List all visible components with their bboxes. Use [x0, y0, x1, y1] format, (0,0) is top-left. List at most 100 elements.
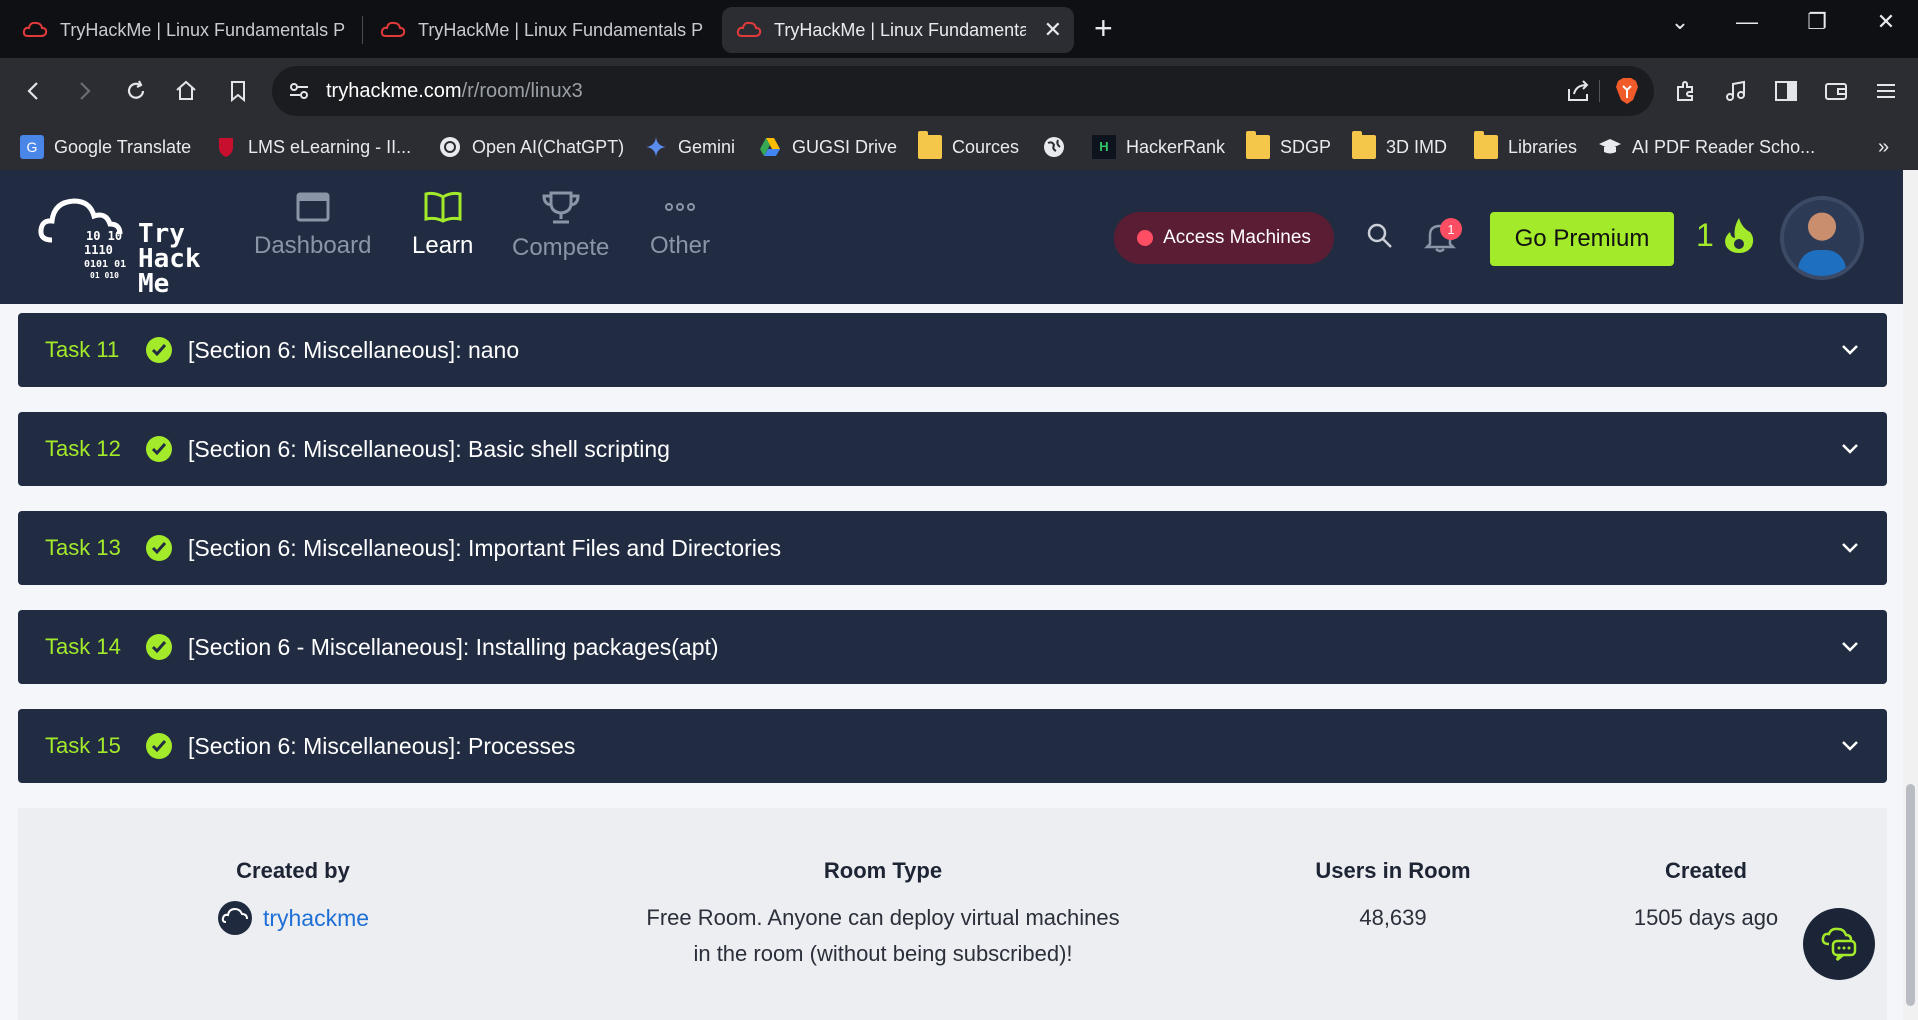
back-arrow-icon	[27, 82, 38, 100]
media-button[interactable]	[1718, 74, 1754, 108]
tryhackme-logo[interactable]: 10 10 1110 0101 01 01 010 Try Hack Me	[38, 188, 218, 297]
creator-avatar-icon	[217, 901, 252, 935]
sidebar-toggle-button[interactable]	[1768, 74, 1804, 108]
close-window-icon[interactable]: ✕	[1866, 6, 1906, 38]
nav-other[interactable]: Other	[650, 190, 710, 260]
bookmark-label: LMS eLearning - II...	[248, 136, 412, 157]
go-premium-button[interactable]: Go Premium	[1490, 212, 1674, 266]
bookmark-gugsi-drive[interactable]: GUGSI Drive	[758, 132, 897, 162]
forward-button[interactable]	[66, 74, 102, 108]
browser-tab[interactable]: TryHackMe | Linux Fundamentals Par	[8, 7, 360, 53]
shield-icon	[219, 138, 233, 157]
tryhackme-favicon-icon	[380, 21, 406, 37]
bookmark-3d-imd[interactable]: 3D IMD	[1352, 131, 1448, 162]
task-item[interactable]: Task 13 [Section 6: Miscellaneous]: Impo…	[18, 511, 1887, 585]
tryhackme-favicon-icon	[22, 21, 48, 37]
created-value: 1505 days ago	[1633, 905, 1779, 930]
reload-button[interactable]	[118, 74, 154, 108]
extensions-button[interactable]	[1668, 74, 1704, 108]
access-machines-label: Access Machines	[1163, 227, 1311, 248]
streak-counter[interactable]: 1	[1696, 216, 1756, 254]
bookmark-gemini[interactable]: Gemini	[644, 132, 735, 162]
browser-toolbar: tryhackme.com /r/room/linux3	[0, 58, 1918, 124]
bookmark-sdgp[interactable]: SDGP	[1246, 131, 1331, 162]
nav-dashboard[interactable]: Dashboard	[254, 190, 371, 260]
close-tab-icon[interactable]: ✕	[1044, 17, 1062, 43]
notification-badge: 1	[1440, 218, 1462, 240]
bookmark-cources[interactable]: Cources	[918, 131, 1019, 162]
flame-icon	[1724, 218, 1753, 253]
scrollbar-thumb[interactable]	[1906, 784, 1915, 1006]
nav-label: Learn	[412, 232, 474, 259]
bookmark-google-translate[interactable]: G Google Translate	[20, 132, 191, 162]
openai-icon	[440, 137, 460, 157]
task-title: [Section 6: Miscellaneous]: nano	[188, 336, 520, 363]
room-type-line: in the room (without being subscribed)!	[693, 941, 1073, 966]
tab-search-chevron-icon[interactable]: ⌄	[1660, 6, 1700, 38]
tab-title: TryHackMe | Linux Fundamental	[774, 19, 1026, 40]
status-dot-icon	[1137, 230, 1154, 246]
bookmark-hackerrank[interactable]: H HackerRank	[1092, 132, 1225, 162]
task-item[interactable]: Task 11 [Section 6: Miscellaneous]: nano	[18, 313, 1887, 387]
chevron-down-icon[interactable]	[1841, 542, 1859, 554]
tab-title: TryHackMe | Linux Fundamentals Par	[418, 19, 704, 40]
dots-icon	[665, 203, 696, 211]
task-number: Task 14	[45, 634, 121, 659]
chevron-down-icon[interactable]	[1841, 641, 1859, 653]
chevron-down-icon[interactable]	[1841, 443, 1859, 455]
sidebar-icon	[1775, 81, 1797, 101]
task-item[interactable]: Task 15 [Section 6: Miscellaneous]: Proc…	[18, 709, 1887, 783]
bookmark-openai[interactable]: Open AI(ChatGPT)	[438, 132, 624, 162]
task-item[interactable]: Task 14 [Section 6 - Miscellaneous]: Ins…	[18, 610, 1887, 684]
creator-link[interactable]: tryhackme	[263, 905, 369, 932]
bookmark-label: HackerRank	[1126, 136, 1226, 157]
menu-button[interactable]	[1868, 74, 1904, 108]
task-number: Task 13	[45, 535, 121, 560]
chat-button[interactable]	[1803, 908, 1875, 980]
minimize-icon[interactable]: —	[1727, 6, 1767, 38]
hamburger-icon	[1877, 84, 1895, 98]
back-button[interactable]	[16, 74, 52, 108]
task-number: Task 15	[45, 733, 121, 758]
brave-shield-icon[interactable]	[1614, 77, 1640, 105]
bookmark-lms[interactable]: LMS eLearning - II...	[214, 132, 411, 162]
nav-compete[interactable]: Compete	[512, 190, 609, 262]
wallet-icon	[1825, 83, 1847, 100]
bookmark-label: Libraries	[1508, 136, 1578, 157]
bookmark-button[interactable]	[220, 74, 256, 108]
check-icon	[146, 337, 172, 363]
bookmarks-overflow-button[interactable]: »	[1878, 132, 1889, 162]
chat-icon	[1821, 927, 1857, 961]
browser-tab-active[interactable]: TryHackMe | Linux Fundamental ✕	[722, 7, 1074, 53]
nav-label: Compete	[512, 234, 610, 261]
access-machines-button[interactable]: Access Machines	[1114, 212, 1334, 264]
bookmark-label: 3D IMD	[1386, 136, 1448, 157]
site-settings-icon[interactable]	[288, 80, 310, 102]
nav-label: Dashboard	[254, 232, 372, 259]
browser-tab[interactable]: TryHackMe | Linux Fundamentals Par	[366, 7, 718, 53]
svg-text:01 010: 01 010	[90, 271, 119, 280]
bookmark-label: Google Translate	[54, 136, 192, 157]
bookmark-libraries[interactable]: Libraries	[1474, 131, 1578, 162]
svg-text:10 10: 10 10	[86, 229, 122, 243]
avatar[interactable]	[1780, 196, 1864, 280]
new-tab-button[interactable]: +	[1094, 10, 1113, 46]
bookmark-ai-pdf-reader[interactable]: AI PDF Reader Scho...	[1598, 132, 1815, 162]
chevron-down-icon[interactable]	[1841, 740, 1859, 752]
task-item[interactable]: Task 12 [Section 6: Miscellaneous]: Basi…	[18, 412, 1887, 486]
page-scrollbar[interactable]	[1903, 170, 1918, 1020]
search-icon[interactable]	[1366, 222, 1394, 250]
share-icon[interactable]	[1566, 79, 1592, 103]
chevron-down-icon[interactable]	[1841, 344, 1859, 356]
tryhackme-favicon-icon	[736, 21, 762, 37]
bookmark-globe[interactable]	[1042, 132, 1076, 162]
nav-learn[interactable]: Learn	[412, 190, 473, 260]
task-title: [Section 6 - Miscellaneous]: Installing …	[188, 633, 719, 660]
bookmark-label: Open AI(ChatGPT)	[472, 136, 625, 157]
home-button[interactable]	[168, 74, 204, 108]
tab-separator	[362, 16, 363, 44]
restore-icon[interactable]: ❐	[1797, 6, 1837, 38]
address-bar[interactable]: tryhackme.com /r/room/linux3	[272, 66, 1654, 116]
hackerrank-icon: H	[1092, 135, 1116, 159]
wallet-button[interactable]	[1818, 74, 1854, 108]
